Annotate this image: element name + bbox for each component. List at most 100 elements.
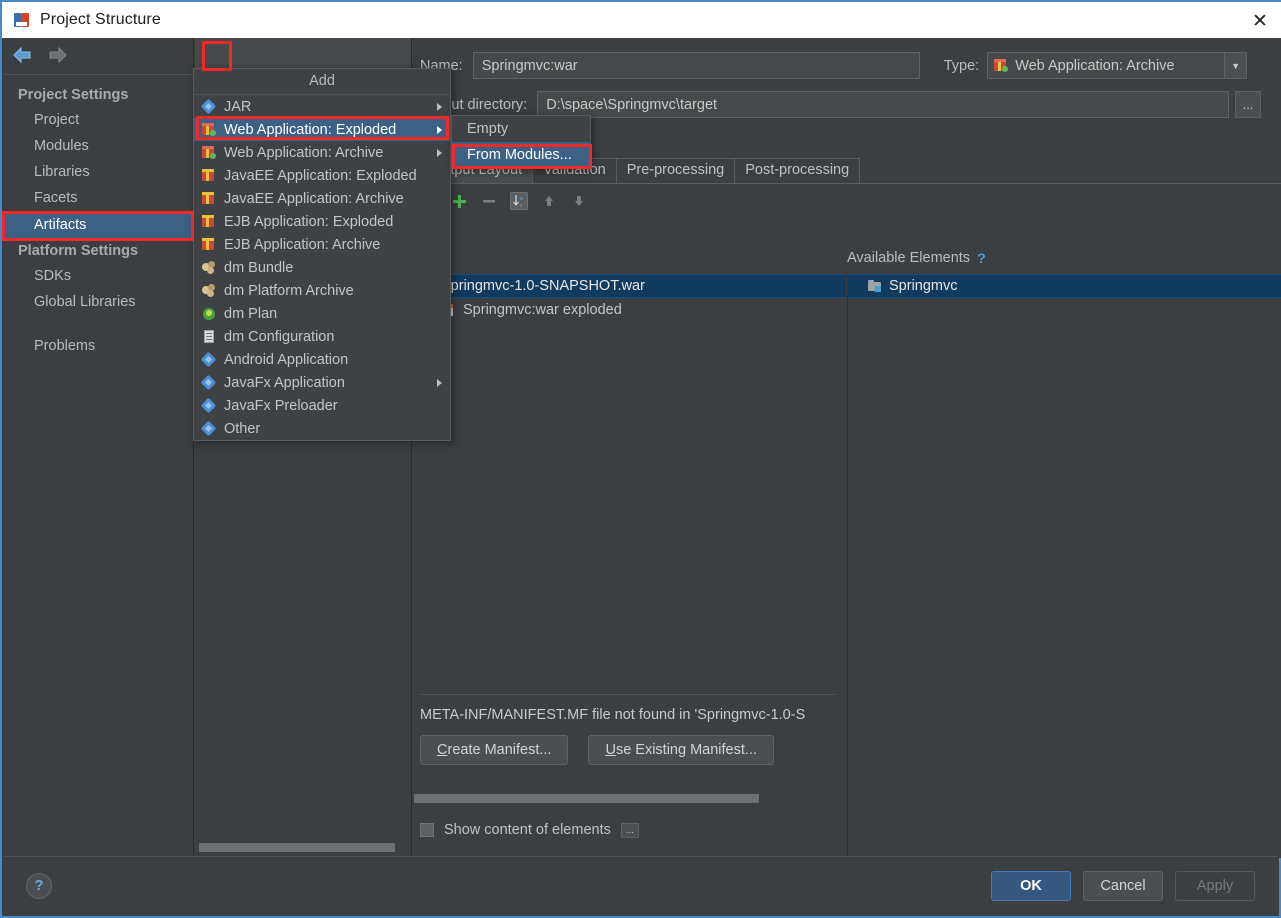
- submenu-item-label: From Modules...: [467, 147, 572, 163]
- menu-item-web-application-exploded[interactable]: Web Application: Exploded: [194, 118, 450, 141]
- menu-item-label: JAR: [224, 98, 252, 115]
- layout-panes: Springmvc-1.0-SNAPSHOT.war Springmvc:war…: [412, 274, 1281, 858]
- javaee-icon: [202, 191, 217, 206]
- table-row[interactable]: Springmvc: [848, 274, 1281, 298]
- mnemonic-letter: C: [437, 742, 448, 758]
- add-icon[interactable]: [450, 192, 468, 210]
- dm-plan-icon: [202, 306, 217, 321]
- available-elements-tree[interactable]: Springmvc: [847, 274, 1281, 858]
- submenu-item-label: Empty: [467, 121, 509, 137]
- sidebar-item-modules[interactable]: Modules: [4, 133, 193, 159]
- menu-item-javafx-application[interactable]: JavaFx Application: [194, 371, 450, 394]
- web-app-icon: [202, 145, 217, 160]
- menu-item-jar[interactable]: JAR: [194, 95, 450, 118]
- output-layout-horizontal-scrollbar[interactable]: [414, 794, 759, 803]
- menu-item-label: EJB Application: Archive: [224, 236, 381, 253]
- help-icon[interactable]: ?: [26, 872, 52, 899]
- menu-item-label: JavaFx Application: [224, 374, 345, 391]
- sort-alpha-icon[interactable]: az: [510, 191, 528, 210]
- menu-item-label: dm Configuration: [224, 328, 335, 345]
- menu-item-label: dm Platform Archive: [224, 282, 354, 299]
- dialog-footer: ? OK Cancel Apply: [4, 856, 1277, 914]
- menu-item-label: Android Application: [224, 351, 349, 368]
- sidebar-item-artifacts[interactable]: Artifacts: [4, 211, 193, 239]
- menu-item-android-application[interactable]: Android Application: [194, 348, 450, 371]
- diamond-icon: [202, 421, 217, 436]
- submenu-item-from-modules[interactable]: From Modules...: [452, 142, 590, 168]
- web-app-icon: [994, 58, 1009, 73]
- close-icon[interactable]: ✕: [1237, 2, 1281, 40]
- sidebar-group-platform-settings: Platform Settings: [18, 243, 139, 259]
- menu-item-label: Other: [224, 420, 261, 437]
- menu-item-web-application-archive[interactable]: Web Application: Archive: [194, 141, 450, 164]
- submenu-arrow-icon: [437, 102, 442, 111]
- sidebar-item-facets[interactable]: Facets: [4, 185, 193, 211]
- sidebar-item-libraries[interactable]: Libraries: [4, 159, 193, 185]
- output-layout-tree[interactable]: Springmvc-1.0-SNAPSHOT.war Springmvc:war…: [412, 274, 846, 858]
- module-folder-icon: [868, 279, 883, 294]
- menu-item-ejb-application-archive[interactable]: EJB Application: Archive: [194, 233, 450, 256]
- menu-item-javaee-application-archive[interactable]: JavaEE Application: Archive: [194, 187, 450, 210]
- manifest-warning: META-INF/MANIFEST.MF file not found in '…: [420, 694, 836, 765]
- artifact-type-dropdown[interactable]: Web Application: Archive ▼: [987, 52, 1248, 79]
- menu-item-javaee-application-exploded[interactable]: JavaEE Application: Exploded: [194, 164, 450, 187]
- tab-pre-processing[interactable]: Pre-processing: [615, 158, 736, 183]
- browse-output-directory-button[interactable]: ...: [1235, 91, 1261, 118]
- javaee-icon: [202, 237, 217, 252]
- menu-item-label: Web Application: Archive: [224, 144, 384, 161]
- svg-text:a: a: [520, 196, 523, 202]
- table-row[interactable]: Springmvc-1.0-SNAPSHOT.war: [412, 274, 846, 298]
- tab-post-processing[interactable]: Post-processing: [734, 158, 861, 183]
- mnemonic-letter: U: [605, 742, 616, 758]
- add-artifact-menu: Add JAR Web Application: Exploded Web Ap…: [193, 68, 451, 441]
- chevron-down-icon[interactable]: ▼: [1224, 53, 1247, 78]
- menu-item-javafx-preloader[interactable]: JavaFx Preloader: [194, 394, 450, 417]
- create-manifest-button[interactable]: Create Manifest...: [420, 735, 569, 765]
- sidebar-item-global-libraries[interactable]: Global Libraries: [4, 289, 193, 315]
- menu-item-label: dm Plan: [224, 305, 278, 322]
- submenu-item-empty[interactable]: Empty: [452, 116, 590, 142]
- diamond-icon: [202, 99, 217, 114]
- intellij-idea-icon: [14, 12, 30, 28]
- available-elements-label: Available Elements: [847, 250, 971, 266]
- move-up-icon: [540, 192, 558, 210]
- sidebar-item-project[interactable]: Project: [4, 107, 193, 133]
- show-content-options-button[interactable]: ...: [620, 822, 639, 838]
- table-row[interactable]: Springmvc:war exploded: [412, 298, 846, 322]
- settings-sidebar: Project Settings Project Modules Librari…: [4, 38, 194, 858]
- artifacts-horizontal-scrollbar[interactable]: [199, 843, 395, 852]
- menu-item-label: dm Bundle: [224, 259, 294, 276]
- web-app-icon: [202, 122, 217, 137]
- web-application-exploded-submenu: Empty From Modules...: [451, 115, 591, 169]
- artifact-name-input[interactable]: Springmvc:war: [472, 52, 920, 79]
- menu-item-label: JavaEE Application: Exploded: [224, 167, 417, 184]
- submenu-arrow-icon: [437, 148, 442, 157]
- sidebar-item-problems[interactable]: Problems: [4, 333, 193, 359]
- menu-item-dm-bundle[interactable]: dm Bundle: [194, 256, 450, 279]
- diamond-icon: [202, 352, 217, 367]
- window-titlebar: Project Structure ✕: [2, 0, 1281, 38]
- cancel-button[interactable]: Cancel: [1083, 870, 1163, 901]
- back-arrow-icon[interactable]: [12, 46, 34, 64]
- manifest-message: META-INF/MANIFEST.MF file not found in '…: [420, 707, 806, 723]
- menu-item-dm-platform-archive[interactable]: dm Platform Archive: [194, 279, 450, 302]
- menu-item-ejb-application-exploded[interactable]: EJB Application: Exploded: [194, 210, 450, 233]
- svg-text:z: z: [520, 203, 523, 208]
- sidebar-nav-arrows: [4, 38, 193, 72]
- dm-bundle-icon: [202, 283, 217, 298]
- menu-item-dm-plan[interactable]: dm Plan: [194, 302, 450, 325]
- type-label: Type:: [943, 57, 980, 74]
- submenu-arrow-icon: [437, 378, 442, 387]
- menu-item-label: Web Application: Exploded: [224, 121, 397, 138]
- output-directory-input[interactable]: D:\space\Springmvc\target: [537, 91, 1229, 118]
- diamond-icon: [202, 398, 217, 413]
- menu-item-other[interactable]: Other: [194, 417, 450, 440]
- ok-button[interactable]: OK: [991, 870, 1071, 901]
- show-content-checkbox[interactable]: [420, 823, 434, 837]
- use-existing-manifest-button[interactable]: Use Existing Manifest...: [588, 735, 774, 765]
- sidebar-item-sdks[interactable]: SDKs: [4, 263, 193, 289]
- menu-item-dm-configuration[interactable]: dm Configuration: [194, 325, 450, 348]
- submenu-arrow-icon: [437, 125, 442, 134]
- help-question-icon[interactable]: ?: [977, 250, 986, 266]
- window-title: Project Structure: [40, 11, 161, 28]
